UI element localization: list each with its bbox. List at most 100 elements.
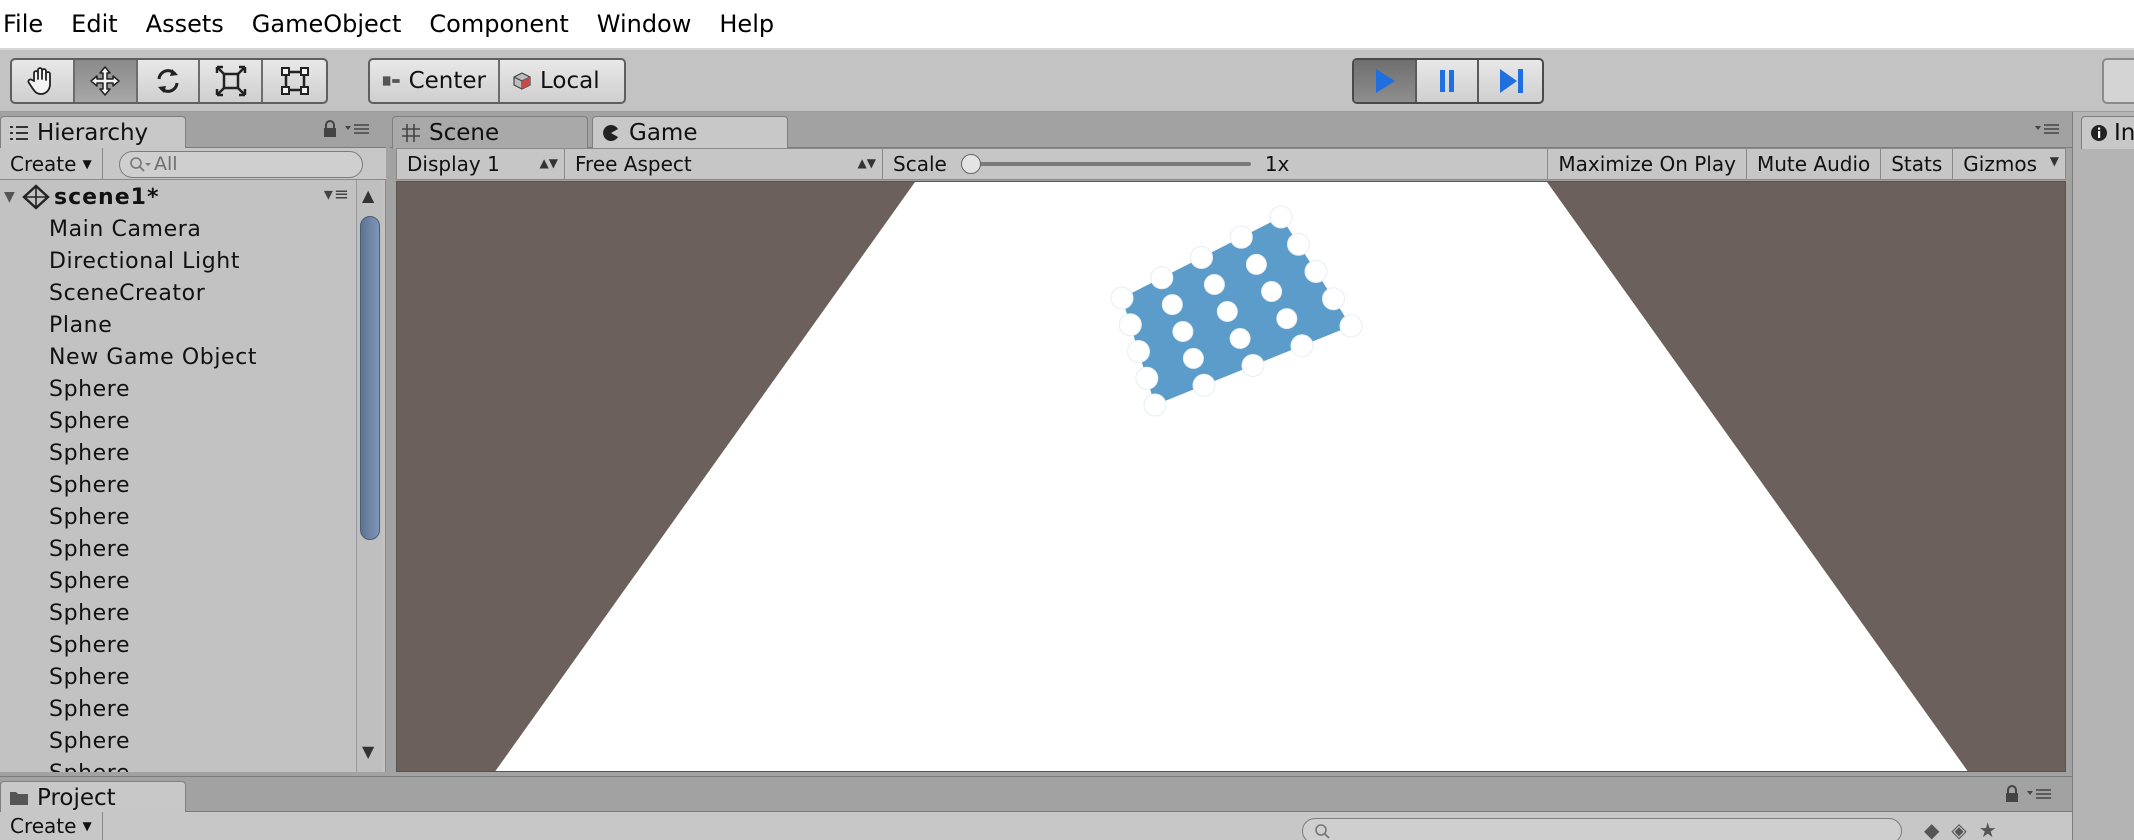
hierarchy-create-button[interactable]: Create ▼ xyxy=(0,148,103,180)
menu-help[interactable]: Help xyxy=(705,0,788,49)
scale-slider[interactable] xyxy=(960,154,1251,174)
main-toolbar: Center Local xyxy=(0,50,2134,112)
cloth-sphere xyxy=(1203,274,1225,295)
tab-scene[interactable]: Scene xyxy=(392,116,588,149)
step-icon xyxy=(1499,69,1523,93)
hierarchy-item[interactable]: Sphere xyxy=(0,662,356,694)
scroll-up-arrow-icon[interactable]: ▲ xyxy=(362,186,374,205)
move-tool-button[interactable] xyxy=(74,60,138,102)
hierarchy-item[interactable]: Plane xyxy=(0,310,356,342)
pivot-center-button[interactable]: Center xyxy=(370,60,500,102)
menu-window[interactable]: Window xyxy=(583,0,706,49)
lock-icon[interactable] xyxy=(2004,785,2020,803)
menu-component[interactable]: Component xyxy=(415,0,582,49)
cloth-sphere xyxy=(1269,205,1293,229)
hierarchy-item[interactable]: Directional Light xyxy=(0,246,356,278)
pivot-local-button[interactable]: Local xyxy=(500,60,624,102)
pause-icon xyxy=(1440,70,1455,92)
hierarchy-item[interactable]: Sphere xyxy=(0,470,356,502)
hierarchy-item[interactable]: New Game Object xyxy=(0,342,356,374)
game-tab-label: Game xyxy=(629,120,698,146)
filter-by-type-icon[interactable]: ◆ xyxy=(1924,818,1939,840)
menu-assets[interactable]: Assets xyxy=(132,0,238,49)
filter-by-label-icon[interactable]: ◈ xyxy=(1951,818,1966,840)
pause-button[interactable] xyxy=(1417,60,1480,102)
pivot-center-label: Center xyxy=(408,68,486,94)
play-icon xyxy=(1376,69,1396,93)
hierarchy-item[interactable]: SceneCreator xyxy=(0,278,356,310)
hand-tool-button[interactable] xyxy=(12,60,75,102)
tab-project[interactable]: Project xyxy=(0,781,186,814)
hierarchy-item[interactable]: Sphere xyxy=(0,534,356,566)
spinner-arrows-icon: ▲▼ xyxy=(539,156,558,170)
game-view-canvas[interactable] xyxy=(396,181,2066,772)
gizmos-label: Gizmos xyxy=(1963,152,2037,176)
hierarchy-create-label: Create xyxy=(10,152,77,176)
cloth-sphere xyxy=(1304,260,1328,283)
menu-edit[interactable]: Edit xyxy=(57,0,131,49)
rect-icon xyxy=(280,67,309,95)
scroll-down-arrow-icon[interactable]: ▼ xyxy=(362,742,374,761)
gizmos-dropdown[interactable]: Gizmos ▼ xyxy=(1952,148,2065,180)
step-button[interactable] xyxy=(1479,60,1542,102)
hierarchy-search-placeholder: All xyxy=(154,153,178,175)
hierarchy-item[interactable]: Sphere xyxy=(0,406,356,438)
stats-toggle[interactable]: Stats xyxy=(1880,148,1952,180)
local-cube-icon xyxy=(513,72,531,90)
hierarchy-panel-tools xyxy=(322,120,370,138)
cloth-sphere xyxy=(1161,294,1183,316)
project-search-input[interactable] xyxy=(1302,818,1902,840)
hierarchy-item[interactable]: Sphere xyxy=(0,694,356,726)
view-panel-tools xyxy=(2034,122,2060,136)
hierarchy-scrollbar[interactable]: ▲ ▼ xyxy=(356,180,382,772)
tab-game[interactable]: Game xyxy=(592,116,788,149)
hierarchy-item[interactable]: Sphere xyxy=(0,726,356,758)
aspect-dropdown[interactable]: Free Aspect ▲▼ xyxy=(565,148,883,180)
lock-icon[interactable] xyxy=(322,120,338,138)
cloth-sphere xyxy=(1143,393,1167,417)
rotate-tool-button[interactable] xyxy=(138,60,201,102)
play-button[interactable] xyxy=(1354,60,1417,102)
scene-root-row[interactable]: ▼ scene1* ▾≡ xyxy=(0,182,356,212)
cloth-sphere xyxy=(1261,281,1283,302)
scale-tool-button[interactable] xyxy=(200,60,264,102)
menu-file[interactable]: File xyxy=(0,0,57,49)
display-dropdown[interactable]: Display 1 ▲▼ xyxy=(397,148,565,180)
hierarchy-item[interactable]: Sphere xyxy=(0,598,356,630)
project-panel-tools xyxy=(2004,785,2052,803)
menu-gameobject[interactable]: GameObject xyxy=(238,0,416,49)
hierarchy-item[interactable]: Sphere xyxy=(0,566,356,598)
tab-hierarchy[interactable]: Hierarchy xyxy=(0,116,186,149)
game-render xyxy=(397,182,2065,771)
hierarchy-item[interactable]: Sphere xyxy=(0,502,356,534)
view-tabbar: Scene Game xyxy=(390,112,2072,149)
mute-audio-toggle[interactable]: Mute Audio xyxy=(1745,148,1880,180)
display-value: Display 1 xyxy=(407,152,500,176)
pacman-icon xyxy=(603,125,618,141)
panel-menu-icon[interactable] xyxy=(2026,787,2052,801)
fold-arrow-icon[interactable]: ▼ xyxy=(0,189,18,205)
scale-slider-knob[interactable] xyxy=(960,154,981,174)
inspector-panel: In xyxy=(2072,112,2134,840)
hierarchy-search-input[interactable]: All xyxy=(119,151,363,178)
scrollbar-thumb[interactable] xyxy=(360,216,380,540)
spinner-arrows-icon: ▲▼ xyxy=(857,156,876,170)
scale-label: Scale xyxy=(893,152,947,176)
rect-tool-button[interactable] xyxy=(263,60,326,102)
hierarchy-item[interactable]: Sphere xyxy=(0,630,356,662)
hierarchy-item[interactable]: Sphere xyxy=(0,438,356,470)
tab-inspector[interactable]: In xyxy=(2081,116,2134,149)
chevron-down-icon: ▼ xyxy=(2049,154,2059,168)
panel-menu-icon[interactable] xyxy=(2034,122,2060,136)
layers-dropdown[interactable] xyxy=(2102,58,2134,104)
maximize-on-play-toggle[interactable]: Maximize On Play xyxy=(1547,148,1746,180)
scene-menu-icon[interactable]: ▾≡ xyxy=(324,184,350,205)
hierarchy-item[interactable]: Sphere xyxy=(0,758,356,772)
hierarchy-item[interactable]: Main Camera xyxy=(0,214,356,246)
game-view-toolbar: Display 1 ▲▼ Free Aspect ▲▼ Scale 1x Max… xyxy=(396,148,2066,180)
aspect-value: Free Aspect xyxy=(575,152,692,176)
favorite-star-icon[interactable]: ★ xyxy=(1979,818,1997,840)
hierarchy-item[interactable]: Sphere xyxy=(0,374,356,406)
project-create-button[interactable]: Create ▼ xyxy=(0,812,103,840)
panel-menu-icon[interactable] xyxy=(344,122,370,136)
